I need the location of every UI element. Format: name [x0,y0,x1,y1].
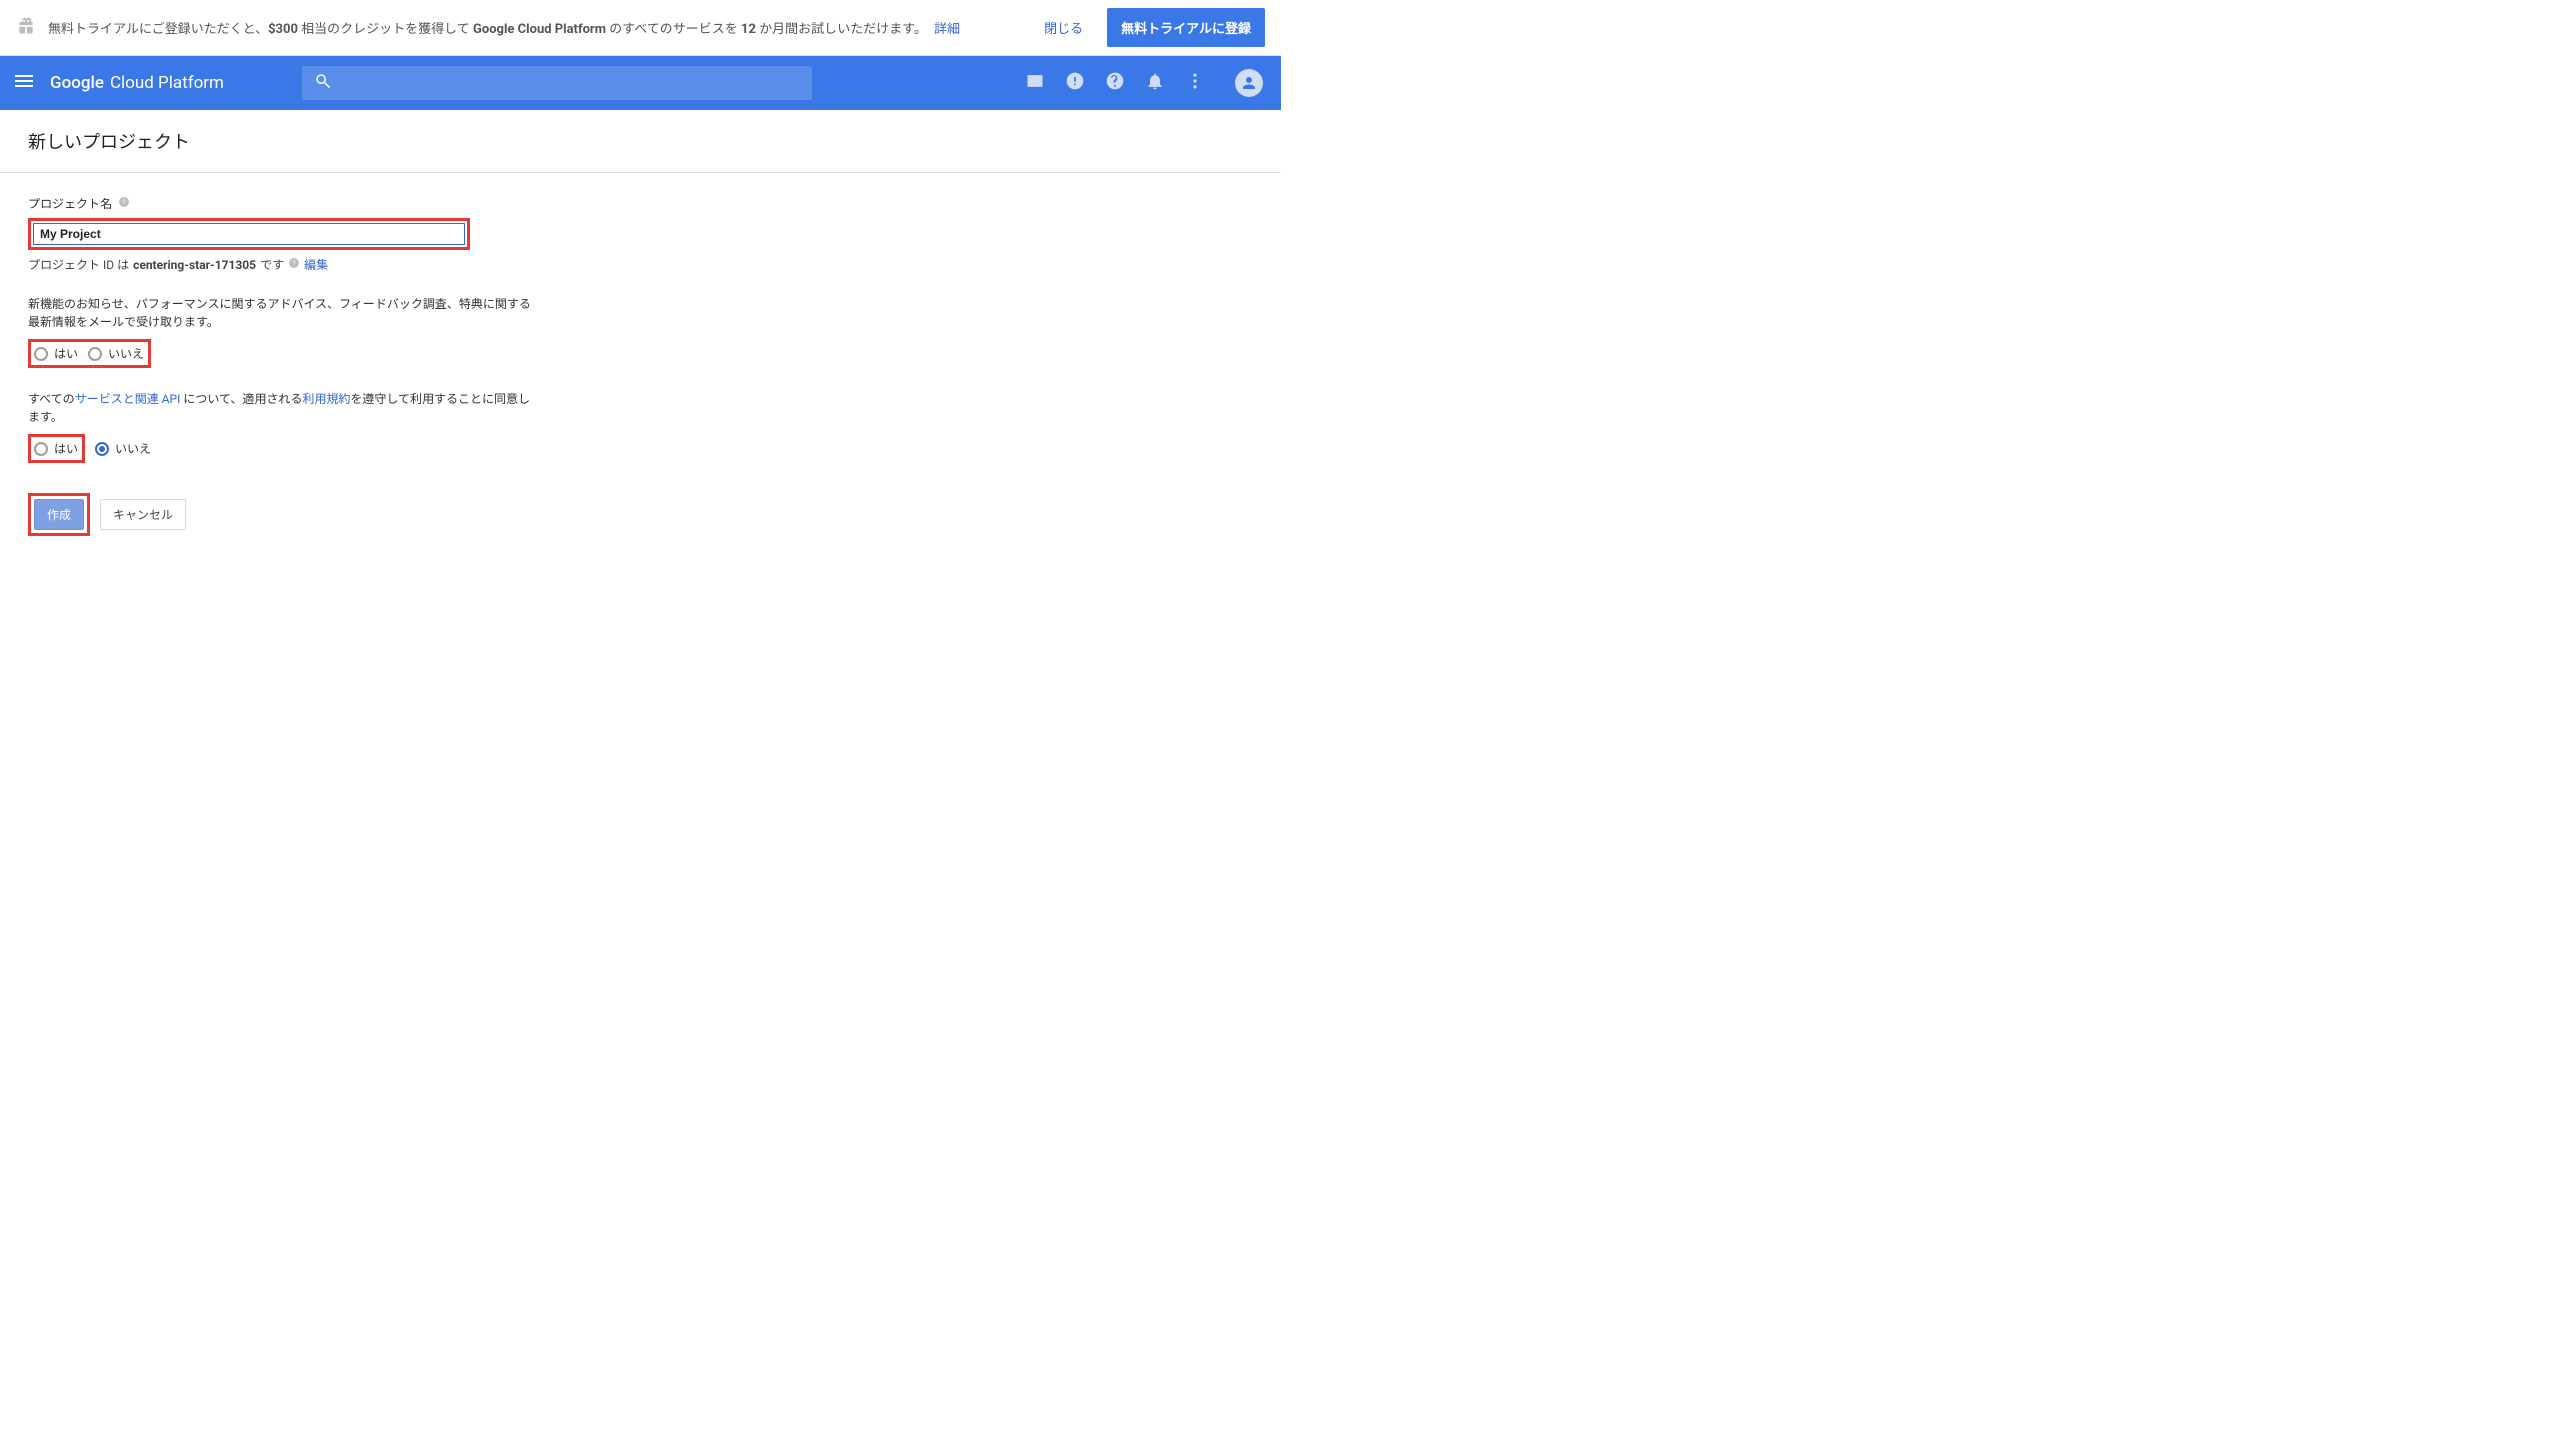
free-trial-banner: 無料トライアルにご登録いただくと、$300 相当のクレジットを獲得して Goog… [0,0,1281,56]
promo-months: 12 [741,22,756,37]
search-input[interactable] [342,76,800,91]
brand-title[interactable]: Google Cloud Platform [50,73,224,93]
tos-no[interactable]: いいえ [95,440,151,457]
tos-radios: はい いいえ [28,434,538,463]
create-button[interactable]: 作成 [34,499,84,530]
more-icon[interactable] [1185,71,1205,95]
promo-product: Google Cloud Platform [473,22,606,37]
page-content: 新しいプロジェクト プロジェクト名 ? プロジェクト ID は centerin… [0,110,1281,554]
edit-project-id-link[interactable]: 編集 [304,256,328,273]
gift-icon [16,16,48,40]
account-avatar[interactable] [1235,69,1263,97]
promo-text-end: か月間お試しいただけます。 [756,22,927,37]
radio-icon[interactable] [88,347,102,361]
notifications-icon[interactable] [1145,71,1165,95]
project-id-line: プロジェクト ID は centering-star-171305 です ? 編… [28,256,538,273]
radio-icon[interactable] [34,442,48,456]
project-name-input[interactable] [33,223,465,245]
radio-icon[interactable] [95,442,109,456]
project-id-pre: プロジェクト ID は [28,256,129,273]
search-icon [314,72,332,94]
tos-pre: すべての [28,392,75,406]
help-icon[interactable] [1105,71,1125,95]
radio-icon[interactable] [34,347,48,361]
new-project-form: プロジェクト名 ? プロジェクト ID は centering-star-171… [28,173,538,536]
terms-link[interactable]: 利用規約 [302,392,350,406]
project-name-label: プロジェクト名 ? [28,195,538,212]
help-icon[interactable]: ? [288,257,300,272]
project-name-highlight [28,218,470,250]
brand-google: Google [50,73,104,93]
free-trial-text: 無料トライアルにご登録いただくと、$300 相当のクレジットを獲得して Goog… [48,18,1044,37]
email-optin-radios: はい いいえ [28,339,538,368]
help-icon[interactable]: ? [118,196,130,211]
services-api-link[interactable]: サービスと関連 API [75,392,181,406]
search-box[interactable] [302,66,812,100]
appbar-actions [1025,69,1263,97]
page-title: 新しいプロジェクト [28,128,1253,172]
promo-text-post: のすべてのサービスを [606,22,741,37]
email-optin-text: 新機能のお知らせ、パフォーマンスに関するアドバイス、フィードバック調査、特典に関… [28,295,538,331]
details-link[interactable]: 詳細 [934,22,960,37]
menu-icon[interactable] [12,69,50,97]
tos-mid: について、適用される [180,392,302,406]
free-trial-signup-button[interactable]: 無料トライアルに登録 [1107,8,1265,47]
yes-label: はい [54,345,78,362]
svg-text:?: ? [293,260,296,267]
feedback-icon[interactable] [1065,71,1085,95]
email-optin-no[interactable]: いいえ [88,345,144,362]
no-label: いいえ [108,345,144,362]
email-optin-highlight: はい いいえ [28,339,151,368]
no-label: いいえ [115,440,151,457]
promo-text-mid: 相当のクレジットを獲得して [298,22,473,37]
project-name-label-text: プロジェクト名 [28,195,112,212]
tos-yes-highlight: はい [28,434,85,463]
create-button-highlight: 作成 [28,493,90,536]
close-banner-button[interactable]: 閉じる [1044,18,1083,37]
email-optin-yes[interactable]: はい [34,345,78,362]
cancel-button[interactable]: キャンセル [100,499,186,530]
yes-label: はい [54,440,78,457]
brand-rest: Cloud Platform [110,73,224,93]
tos-yes[interactable]: はい [34,440,78,457]
tos-text: すべてのサービスと関連 API について、適用される利用規約を遵守して利用するこ… [28,390,538,426]
cloud-shell-icon[interactable] [1025,71,1045,95]
promo-text-pre: 無料トライアルにご登録いただくと、 [48,22,268,37]
project-id-value: centering-star-171305 [133,258,256,272]
promo-credit: $300 [268,22,298,37]
svg-text:?: ? [123,199,126,206]
form-buttons: 作成 キャンセル [28,493,538,536]
project-id-post: です [260,256,284,273]
top-app-bar: Google Cloud Platform [0,56,1281,110]
